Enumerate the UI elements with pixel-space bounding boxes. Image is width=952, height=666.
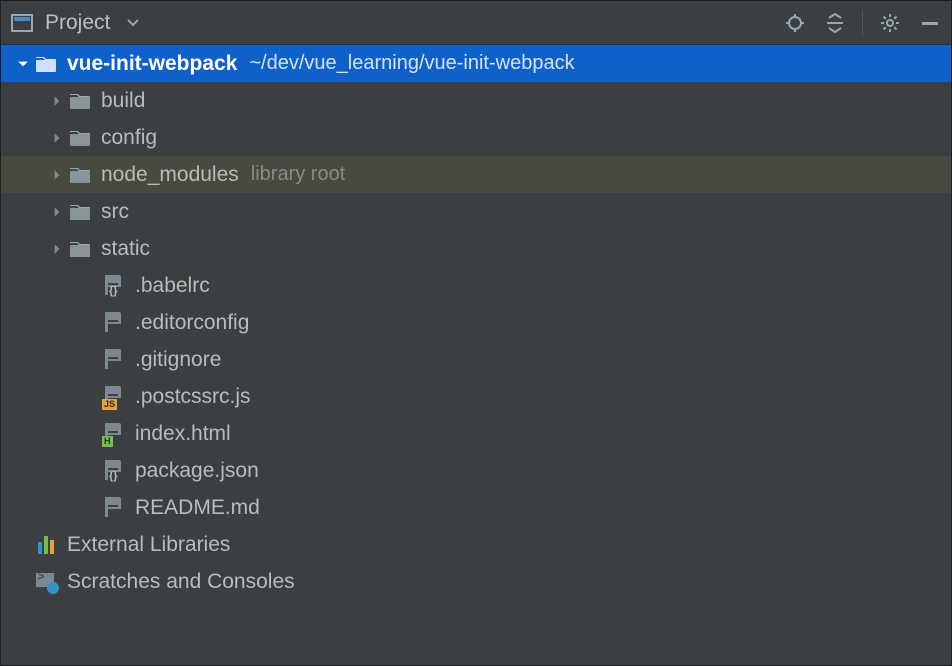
- tree-item-note: library root: [251, 163, 345, 186]
- project-tree[interactable]: vue-init-webpack ~/dev/vue_learning/vue-i…: [1, 45, 951, 600]
- tree-row-config[interactable]: config: [1, 119, 951, 156]
- tree-row-package-json[interactable]: {} package.json: [1, 452, 951, 489]
- tree-item-label: index.html: [135, 422, 231, 446]
- chevron-right-icon[interactable]: [47, 243, 67, 255]
- tree-item-label: node_modules: [101, 163, 239, 187]
- folder-icon: [67, 130, 93, 146]
- tree-item-label: package.json: [135, 459, 259, 483]
- tree-item-label: .gitignore: [135, 348, 221, 372]
- file-json-icon: {}: [101, 460, 127, 482]
- folder-icon: [67, 204, 93, 220]
- tree-item-label: src: [101, 200, 129, 224]
- tree-item-label: .editorconfig: [135, 311, 249, 335]
- tree-item-label: External Libraries: [67, 533, 230, 557]
- tree-item-label: .postcssrc.js: [135, 385, 251, 409]
- project-toolbar: Project: [1, 1, 951, 45]
- chevron-down-icon[interactable]: [13, 58, 33, 70]
- gear-icon[interactable]: [877, 10, 903, 36]
- file-json-icon: {}: [101, 275, 127, 297]
- tree-item-note: ~/dev/vue_learning/vue-init-webpack: [249, 52, 574, 75]
- tree-row-scratches-and-consoles[interactable]: Scratches and Consoles: [1, 563, 951, 600]
- file-text-icon: [101, 349, 127, 371]
- tree-row-src[interactable]: src: [1, 193, 951, 230]
- file-html-icon: H: [101, 423, 127, 445]
- tree-row--babelrc[interactable]: {} .babelrc: [1, 267, 951, 304]
- tree-row--editorconfig[interactable]: .editorconfig: [1, 304, 951, 341]
- tree-item-label: config: [101, 126, 157, 150]
- tree-row--postcssrc-js[interactable]: JS .postcssrc.js: [1, 378, 951, 415]
- tree-row--gitignore[interactable]: .gitignore: [1, 341, 951, 378]
- project-title[interactable]: Project: [45, 11, 110, 35]
- tree-row-static[interactable]: static: [1, 230, 951, 267]
- folder-icon: [67, 93, 93, 109]
- file-text-icon: [101, 497, 127, 519]
- locate-icon[interactable]: [782, 10, 808, 36]
- tree-item-label: static: [101, 237, 150, 261]
- toolbar-divider: [862, 10, 863, 36]
- chevron-right-icon[interactable]: [47, 169, 67, 181]
- chevron-right-icon[interactable]: [47, 206, 67, 218]
- file-text-icon: [101, 312, 127, 334]
- hide-icon[interactable]: [917, 10, 943, 36]
- tree-row-external-libraries[interactable]: External Libraries: [1, 526, 951, 563]
- tree-item-label: vue-init-webpack: [67, 52, 237, 76]
- folder-icon: [33, 56, 59, 72]
- chevron-right-icon[interactable]: [47, 95, 67, 107]
- tree-row-build[interactable]: build: [1, 82, 951, 119]
- libraries-icon: [33, 536, 59, 554]
- tree-item-label: README.md: [135, 496, 260, 520]
- window-icon: [9, 10, 35, 36]
- tree-row-index-html[interactable]: Hindex.html: [1, 415, 951, 452]
- dropdown-icon[interactable]: [120, 10, 146, 36]
- tree-item-label: build: [101, 89, 145, 113]
- tree-row-vue-init-webpack[interactable]: vue-init-webpack ~/dev/vue_learning/vue-i…: [1, 45, 951, 82]
- tree-row-readme-md[interactable]: README.md: [1, 489, 951, 526]
- collapse-all-icon[interactable]: [822, 10, 848, 36]
- tree-item-label: .babelrc: [135, 274, 210, 298]
- tree-item-label: Scratches and Consoles: [67, 570, 295, 594]
- chevron-right-icon[interactable]: [47, 132, 67, 144]
- folder-icon: [67, 167, 93, 183]
- file-js-icon: JS: [101, 386, 127, 408]
- scratches-icon: [33, 573, 59, 591]
- folder-icon: [67, 241, 93, 257]
- tree-row-node-modules[interactable]: node_modules library root: [1, 156, 951, 193]
